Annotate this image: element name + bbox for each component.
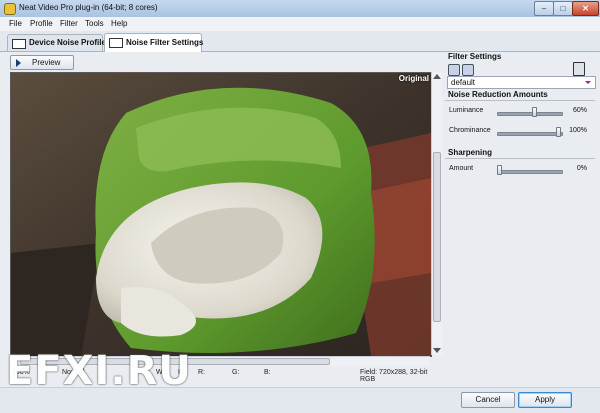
vertical-scrollbar[interactable] <box>431 72 442 355</box>
close-button[interactable]: ✕ <box>572 1 599 16</box>
tab-strip: Device Noise Profile Noise Filter Settin… <box>0 31 600 52</box>
slider-knob[interactable] <box>497 165 502 175</box>
slider-knob[interactable] <box>532 107 538 117</box>
slider-track[interactable] <box>497 170 563 174</box>
filter-settings-header: Filter Settings <box>448 52 502 61</box>
play-icon <box>16 59 21 67</box>
field-info: Field: 720x288, 32-bit RGB <box>360 369 428 383</box>
preset-dropdown[interactable]: default <box>447 76 596 89</box>
window-title: Neat Video Pro plug-in (64-bit; 8 cores) <box>19 3 158 12</box>
camera-icon <box>12 39 26 49</box>
luminance-slider[interactable]: Luminance 60% <box>445 106 595 118</box>
noise-reduction-header: Noise Reduction Amounts <box>448 90 548 99</box>
menu-profile[interactable]: Profile <box>30 19 53 28</box>
slider-track[interactable] <box>497 132 563 136</box>
title-bar: Neat Video Pro plug-in (64-bit; 8 cores)… <box>0 0 600 18</box>
apply-button[interactable]: Apply <box>518 392 572 408</box>
scroll-down-arrow-icon[interactable] <box>433 348 441 353</box>
preview-panel: Preview Original 100% Normal W: H: R: G:… <box>0 52 444 387</box>
slider-track[interactable] <box>497 112 563 116</box>
save-preset-icon[interactable] <box>462 64 474 76</box>
cancel-button[interactable]: Cancel <box>461 392 515 408</box>
preview-image <box>11 73 431 356</box>
sharpening-amount-slider[interactable]: Amount 0% <box>445 164 595 176</box>
g-readout: G: <box>232 369 240 376</box>
scroll-up-arrow-icon[interactable] <box>433 74 441 79</box>
minimize-button[interactable]: – <box>534 1 554 16</box>
divider <box>445 158 595 159</box>
settings-panel: Filter Settings default Noise Reduction … <box>445 52 597 387</box>
slider-knob[interactable] <box>556 127 561 137</box>
dialog-footer: Cancel Apply <box>0 387 600 413</box>
menu-file[interactable]: File <box>9 19 22 28</box>
app-icon <box>4 3 16 15</box>
sharpening-header: Sharpening <box>448 148 493 157</box>
menu-tools[interactable]: Tools <box>85 19 104 28</box>
original-label: Original <box>398 74 429 83</box>
chrominance-slider[interactable]: Chrominance 100% <box>445 126 595 138</box>
preview-button[interactable]: Preview <box>10 55 74 70</box>
vertical-scroll-thumb[interactable] <box>433 152 441 322</box>
tab-noise-filter-settings[interactable]: Noise Filter Settings <box>104 33 203 52</box>
trash-icon[interactable] <box>573 62 585 76</box>
video-preview[interactable]: Original <box>10 72 432 357</box>
settings-list-icon <box>109 38 123 48</box>
tab-device-noise-profile[interactable]: Device Noise Profile <box>7 34 106 51</box>
b-readout: B: <box>264 369 271 376</box>
divider <box>445 100 595 101</box>
maximize-button[interactable]: □ <box>553 1 573 16</box>
menu-help[interactable]: Help <box>111 19 127 28</box>
r-readout: R: <box>198 369 205 376</box>
menu-bar: File Profile Filter Tools Help <box>0 17 600 32</box>
load-preset-icon[interactable] <box>448 64 460 76</box>
chevron-down-icon <box>585 81 591 84</box>
menu-filter[interactable]: Filter <box>60 19 78 28</box>
